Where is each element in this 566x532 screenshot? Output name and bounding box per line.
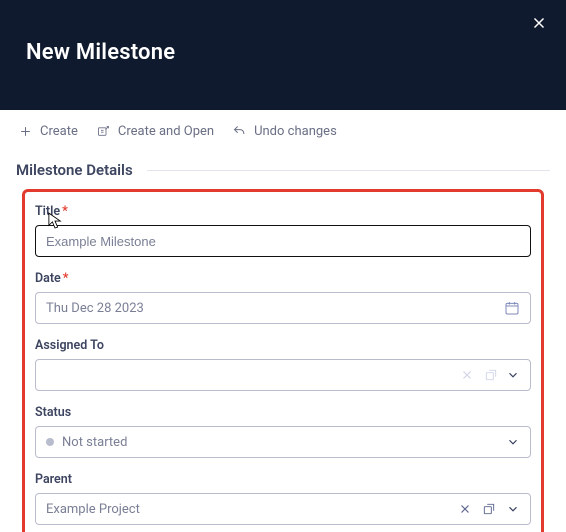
- date-value: Thu Dec 28 2023: [46, 301, 504, 316]
- status-dot-icon: [46, 438, 54, 446]
- open-external-icon[interactable]: [482, 502, 496, 516]
- create-open-label: Create and Open: [118, 124, 214, 139]
- create-label: Create: [40, 124, 78, 139]
- date-field: Date* Thu Dec 28 2023: [35, 271, 531, 324]
- undo-changes-button[interactable]: Undo changes: [232, 124, 337, 139]
- parent-value: Example Project: [46, 502, 458, 517]
- clear-icon[interactable]: [458, 502, 472, 516]
- title-field: Title*: [35, 204, 531, 257]
- create-and-open-button[interactable]: Create and Open: [96, 124, 214, 139]
- status-field: Status Not started: [35, 405, 531, 458]
- undo-icon: [232, 124, 247, 139]
- toolbar: Create Create and Open Undo changes: [0, 110, 566, 157]
- assigned-to-field: Assigned To: [35, 338, 531, 391]
- assigned-to-select[interactable]: [35, 359, 531, 391]
- status-value: Not started: [62, 435, 506, 450]
- status-select[interactable]: Not started: [35, 426, 531, 458]
- create-button[interactable]: Create: [18, 124, 78, 139]
- dialog-header: New Milestone: [0, 0, 566, 110]
- title-input-wrap[interactable]: [35, 225, 531, 257]
- section: Milestone Details Title* Date* Thu Dec 2…: [0, 161, 566, 532]
- chevron-down-icon[interactable]: [506, 368, 520, 382]
- calendar-icon[interactable]: [504, 300, 520, 316]
- parent-field: Parent Example Project: [35, 472, 531, 525]
- title-label: Title*: [35, 204, 531, 219]
- create-open-icon: [96, 124, 111, 139]
- date-input[interactable]: Thu Dec 28 2023: [35, 292, 531, 324]
- highlighted-form-area: Title* Date* Thu Dec 28 2023 Assigned To: [22, 189, 544, 532]
- section-header: Milestone Details: [16, 161, 550, 179]
- chevron-down-icon[interactable]: [506, 435, 520, 449]
- required-mark: *: [62, 204, 68, 219]
- section-title-text: Milestone Details: [16, 161, 133, 179]
- clear-icon[interactable]: [460, 368, 474, 382]
- undo-label: Undo changes: [254, 124, 337, 139]
- status-label: Status: [35, 405, 531, 420]
- close-button[interactable]: [530, 14, 548, 32]
- close-icon: [530, 14, 548, 32]
- title-input[interactable]: [46, 234, 520, 249]
- parent-label: Parent: [35, 472, 531, 487]
- open-external-icon[interactable]: [484, 368, 498, 382]
- title-label-text: Title: [35, 204, 60, 219]
- assigned-to-label: Assigned To: [35, 338, 531, 353]
- parent-select[interactable]: Example Project: [35, 493, 531, 525]
- date-label: Date*: [35, 271, 531, 286]
- chevron-down-icon[interactable]: [506, 502, 520, 516]
- plus-icon: [18, 124, 33, 139]
- date-label-text: Date: [35, 271, 61, 286]
- divider: [147, 170, 550, 171]
- dialog-title: New Milestone: [26, 40, 175, 65]
- required-mark: *: [63, 271, 69, 286]
